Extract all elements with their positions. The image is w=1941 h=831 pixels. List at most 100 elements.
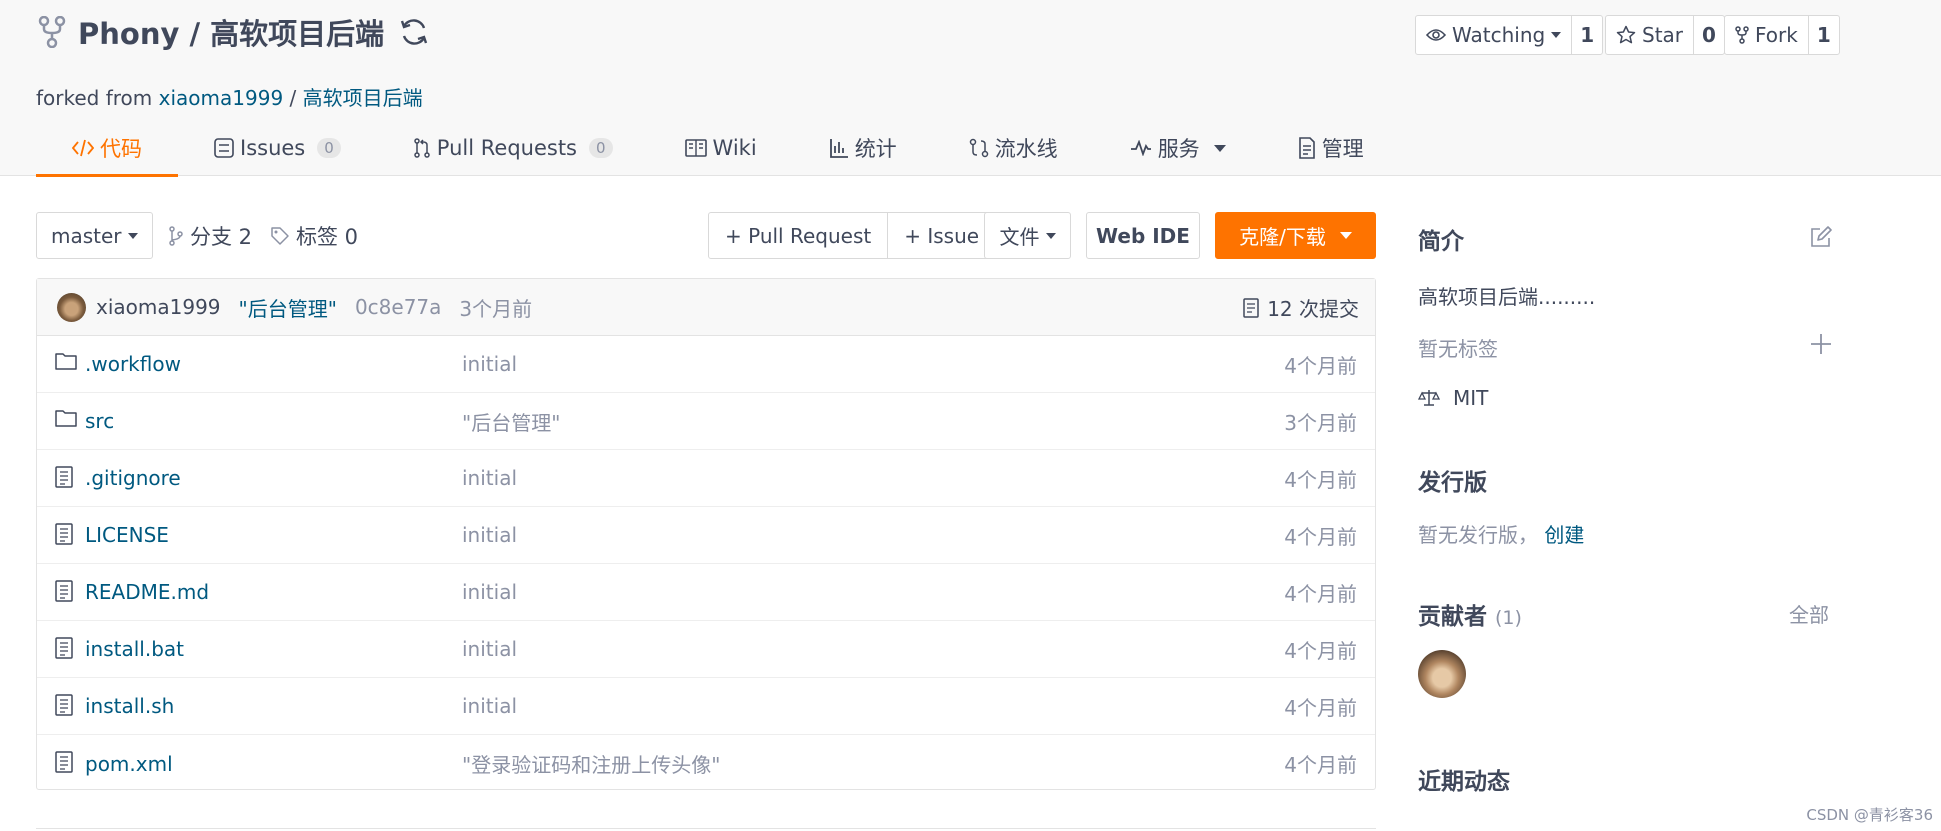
table-row[interactable]: LICENSE initial 4个月前 <box>37 507 1375 564</box>
file-time: 4个月前 <box>1284 695 1357 720</box>
forked-separator: / <box>289 86 297 110</box>
eye-icon <box>1426 29 1446 41</box>
forked-repo-link[interactable]: 高软项目后端 <box>303 86 423 110</box>
file-time: 4个月前 <box>1284 753 1357 777</box>
avatar[interactable] <box>1418 650 1466 698</box>
file-commit-message[interactable]: initial <box>462 352 517 376</box>
star-button[interactable]: Star 0 <box>1605 15 1725 55</box>
tab-pipeline[interactable]: 流水线 <box>933 120 1094 176</box>
tags-link[interactable]: 标签 0 <box>270 212 358 259</box>
file-icon <box>55 751 73 773</box>
table-row[interactable]: pom.xml "登录验证码和注册上传头像" 4个月前 <box>37 735 1375 792</box>
file-time: 3个月前 <box>1284 410 1357 435</box>
fork-small-icon <box>1735 26 1749 44</box>
forked-from: forked from xiaoma1999 / 高软项目后端 <box>36 82 423 111</box>
intro-heading: 简介 <box>1418 229 1464 255</box>
file-menu-button[interactable]: 文件 <box>984 212 1071 259</box>
caret-down-icon <box>1045 232 1056 239</box>
code-icon <box>72 139 94 157</box>
table-row[interactable]: .workflow initial 4个月前 <box>37 336 1375 393</box>
file-commit-message[interactable]: initial <box>462 694 517 718</box>
file-commit-message[interactable]: initial <box>462 637 517 661</box>
all-contributors-link[interactable]: 全部 <box>1789 599 1829 628</box>
avatar[interactable] <box>57 292 86 322</box>
add-tag-icon[interactable] <box>1811 334 1831 354</box>
table-row[interactable]: README.md initial 4个月前 <box>37 564 1375 621</box>
branches-link[interactable]: 分支 2 <box>168 212 252 259</box>
edit-icon[interactable] <box>1810 226 1832 248</box>
watermark: CSDN @青衫客36 <box>1806 806 1933 824</box>
create-release-link[interactable]: 创建 <box>1544 523 1584 547</box>
commit-count-link[interactable]: 12 次提交 <box>1243 279 1359 336</box>
file-icon <box>55 580 73 602</box>
contributors-count: (1) <box>1495 607 1522 629</box>
file-commit-message[interactable]: "后台管理" <box>462 407 560 436</box>
tab-wiki[interactable]: Wiki <box>649 120 793 176</box>
file-name-link[interactable]: .workflow <box>85 352 181 376</box>
file-name-link[interactable]: README.md <box>85 580 209 604</box>
file-commit-message[interactable]: "登录验证码和注册上传头像" <box>462 749 720 778</box>
table-row[interactable]: .gitignore initial 4个月前 <box>37 450 1375 507</box>
tab-code[interactable]: 代码 <box>36 120 178 177</box>
star-icon <box>1616 25 1636 44</box>
no-release-line: 暂无发行版， 创建 <box>1418 519 1584 548</box>
commit-sha[interactable]: 0c8e77a <box>355 295 441 319</box>
pulse-icon <box>1130 140 1151 156</box>
table-row[interactable]: install.sh initial 4个月前 <box>37 678 1375 735</box>
document-icon <box>1298 137 1315 159</box>
contributors-heading: 贡献者 (1) <box>1418 604 1522 630</box>
clone-download-button[interactable]: 克隆/下载 <box>1215 212 1376 259</box>
repo-name[interactable]: Phony / 高软项目后端 <box>78 11 384 53</box>
branch-select[interactable]: master <box>36 212 153 259</box>
file-name-link[interactable]: .gitignore <box>85 466 181 490</box>
tab-stats[interactable]: 统计 <box>793 120 933 176</box>
new-issue-button[interactable]: + Issue <box>887 213 995 258</box>
file-name-link[interactable]: install.bat <box>85 637 184 661</box>
tab-issues[interactable]: Issues 0 <box>178 120 377 176</box>
watch-count[interactable]: 1 <box>1571 16 1602 54</box>
commit-list-icon <box>1243 297 1259 318</box>
file-commit-message[interactable]: initial <box>462 466 517 490</box>
license-link[interactable]: MIT <box>1453 386 1488 410</box>
scale-icon <box>1418 389 1440 407</box>
tab-pull-requests[interactable]: Pull Requests 0 <box>377 120 649 176</box>
tab-manage[interactable]: 管理 <box>1262 120 1400 176</box>
table-row[interactable]: src "后台管理" 3个月前 <box>37 393 1375 450</box>
web-ide-button[interactable]: Web IDE <box>1086 212 1200 259</box>
sync-icon[interactable] <box>398 16 430 48</box>
pr-count-badge: 0 <box>589 138 613 158</box>
star-count[interactable]: 0 <box>1693 16 1724 54</box>
watch-button[interactable]: Watching 1 <box>1415 15 1604 55</box>
forked-prefix: forked from <box>36 86 153 110</box>
repo-header: Phony / 高软项目后端 forked from xiaoma1999 / … <box>0 0 1941 177</box>
book-icon <box>684 139 707 157</box>
table-row[interactable]: install.bat initial 4个月前 <box>37 621 1375 678</box>
forked-owner-link[interactable]: xiaoma1999 <box>159 86 284 110</box>
file-name-link[interactable]: LICENSE <box>85 523 169 547</box>
file-time: 4个月前 <box>1284 524 1357 549</box>
commit-message-link[interactable]: "后台管理" <box>239 293 337 322</box>
fork-count[interactable]: 1 <box>1807 16 1839 54</box>
folder-icon <box>55 409 77 427</box>
tab-services[interactable]: 服务 <box>1094 120 1262 176</box>
file-name-link[interactable]: src <box>85 409 114 433</box>
fork-label[interactable]: Fork <box>1725 16 1808 54</box>
watch-label[interactable]: Watching <box>1416 16 1571 54</box>
commit-time: 3个月前 <box>459 296 533 321</box>
new-pull-request-button[interactable]: + Pull Request <box>709 213 887 258</box>
repo-title-row: Phony / 高软项目后端 <box>38 10 430 54</box>
releases-heading: 发行版 <box>1418 470 1487 496</box>
pipeline-icon <box>969 138 988 158</box>
file-commit-message[interactable]: initial <box>462 523 517 547</box>
file-commit-message[interactable]: initial <box>462 580 517 604</box>
file-time: 4个月前 <box>1284 638 1357 663</box>
file-icon <box>55 637 73 659</box>
file-name-link[interactable]: install.sh <box>85 694 174 718</box>
commit-author[interactable]: xiaoma1999 <box>96 295 221 319</box>
star-label[interactable]: Star <box>1606 16 1693 54</box>
file-name-link[interactable]: pom.xml <box>85 752 173 776</box>
file-time: 4个月前 <box>1284 353 1357 378</box>
fork-button[interactable]: Fork 1 <box>1724 15 1840 55</box>
branch-icon <box>169 225 183 246</box>
create-button-group: + Pull Request + Issue <box>708 212 997 259</box>
